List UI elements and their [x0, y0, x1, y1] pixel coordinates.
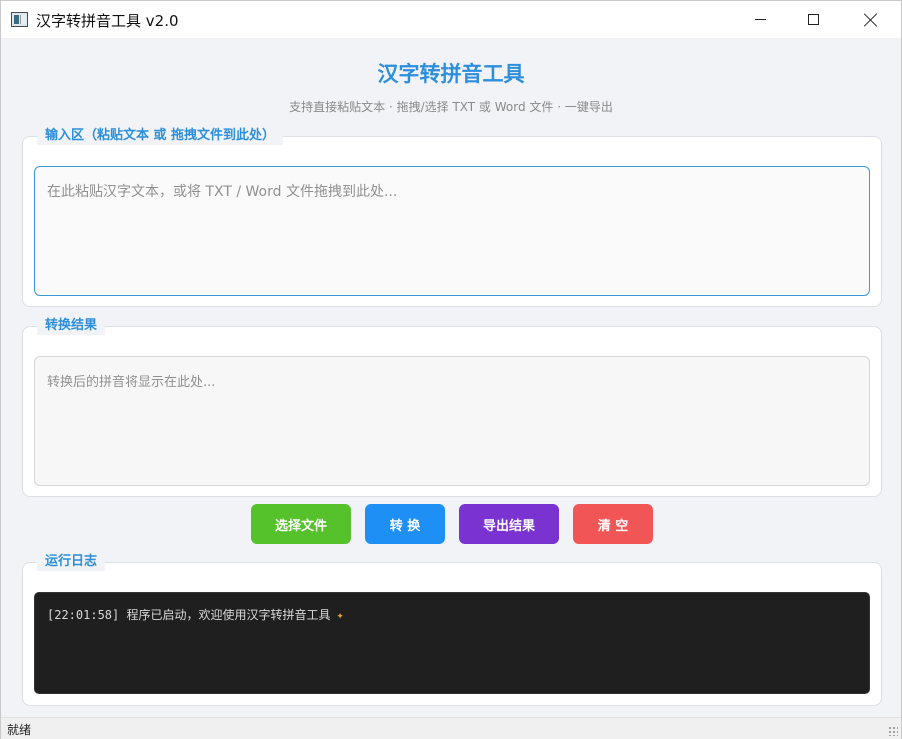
close-icon — [864, 13, 878, 27]
status-text: 就绪 — [7, 723, 32, 737]
maximize-button[interactable] — [784, 1, 842, 38]
input-group: 输入区（粘贴文本 或 拖拽文件到此处） 在此粘贴汉字文本，或将 TXT / Wo… — [22, 127, 882, 307]
input-group-title: 输入区（粘贴文本 或 拖拽文件到此处） — [37, 127, 284, 145]
title-bar[interactable]: 汉字转拼音工具 v2.0 — [1, 1, 901, 38]
maximize-icon — [807, 14, 819, 25]
log-entry-time: [22:01:58] — [47, 608, 120, 622]
window-title: 汉字转拼音工具 v2.0 — [36, 12, 179, 30]
log-entry-message: 程序已启动，欢迎使用汉字转拼音工具 — [126, 608, 331, 622]
convert-button[interactable]: 转 换 — [365, 504, 445, 544]
log-console[interactable]: [22:01:58] 程序已启动，欢迎使用汉字转拼音工具 ✦ — [34, 592, 870, 694]
page-title: 汉字转拼音工具 — [377, 62, 525, 86]
result-group: 转换结果 转换后的拼音将显示在此处... — [22, 317, 882, 497]
minimize-button[interactable] — [731, 1, 789, 38]
input-placeholder: 在此粘贴汉字文本，或将 TXT / Word 文件拖拽到此处... — [47, 184, 398, 200]
input-textarea[interactable]: 在此粘贴汉字文本，或将 TXT / Word 文件拖拽到此处... — [34, 166, 870, 296]
clear-button[interactable]: 清 空 — [573, 504, 653, 544]
result-placeholder: 转换后的拼音将显示在此处... — [47, 375, 216, 390]
result-textarea[interactable]: 转换后的拼音将显示在此处... — [34, 356, 870, 486]
minimize-icon — [754, 19, 766, 20]
result-group-title: 转换结果 — [37, 317, 106, 335]
app-icon — [11, 12, 28, 27]
app-window: 汉字转拼音工具 v2.0 汉字转拼音工具 支持直接粘贴文本 · 拖拽/选择 TX… — [0, 0, 902, 739]
page-subtitle: 支持直接粘贴文本 · 拖拽/选择 TXT 或 Word 文件 · 一键导出 — [289, 100, 613, 114]
select-file-button[interactable]: 选择文件 — [251, 504, 351, 544]
close-button[interactable] — [842, 1, 900, 38]
party-popper-icon: ✦ — [336, 608, 344, 622]
log-group-title: 运行日志 — [37, 553, 106, 571]
status-bar: 就绪 — [1, 717, 901, 739]
log-group: 运行日志 [22:01:58] 程序已启动，欢迎使用汉字转拼音工具 ✦ — [22, 553, 882, 706]
export-button[interactable]: 导出结果 — [459, 504, 559, 544]
resize-grip-icon[interactable] — [888, 726, 898, 736]
